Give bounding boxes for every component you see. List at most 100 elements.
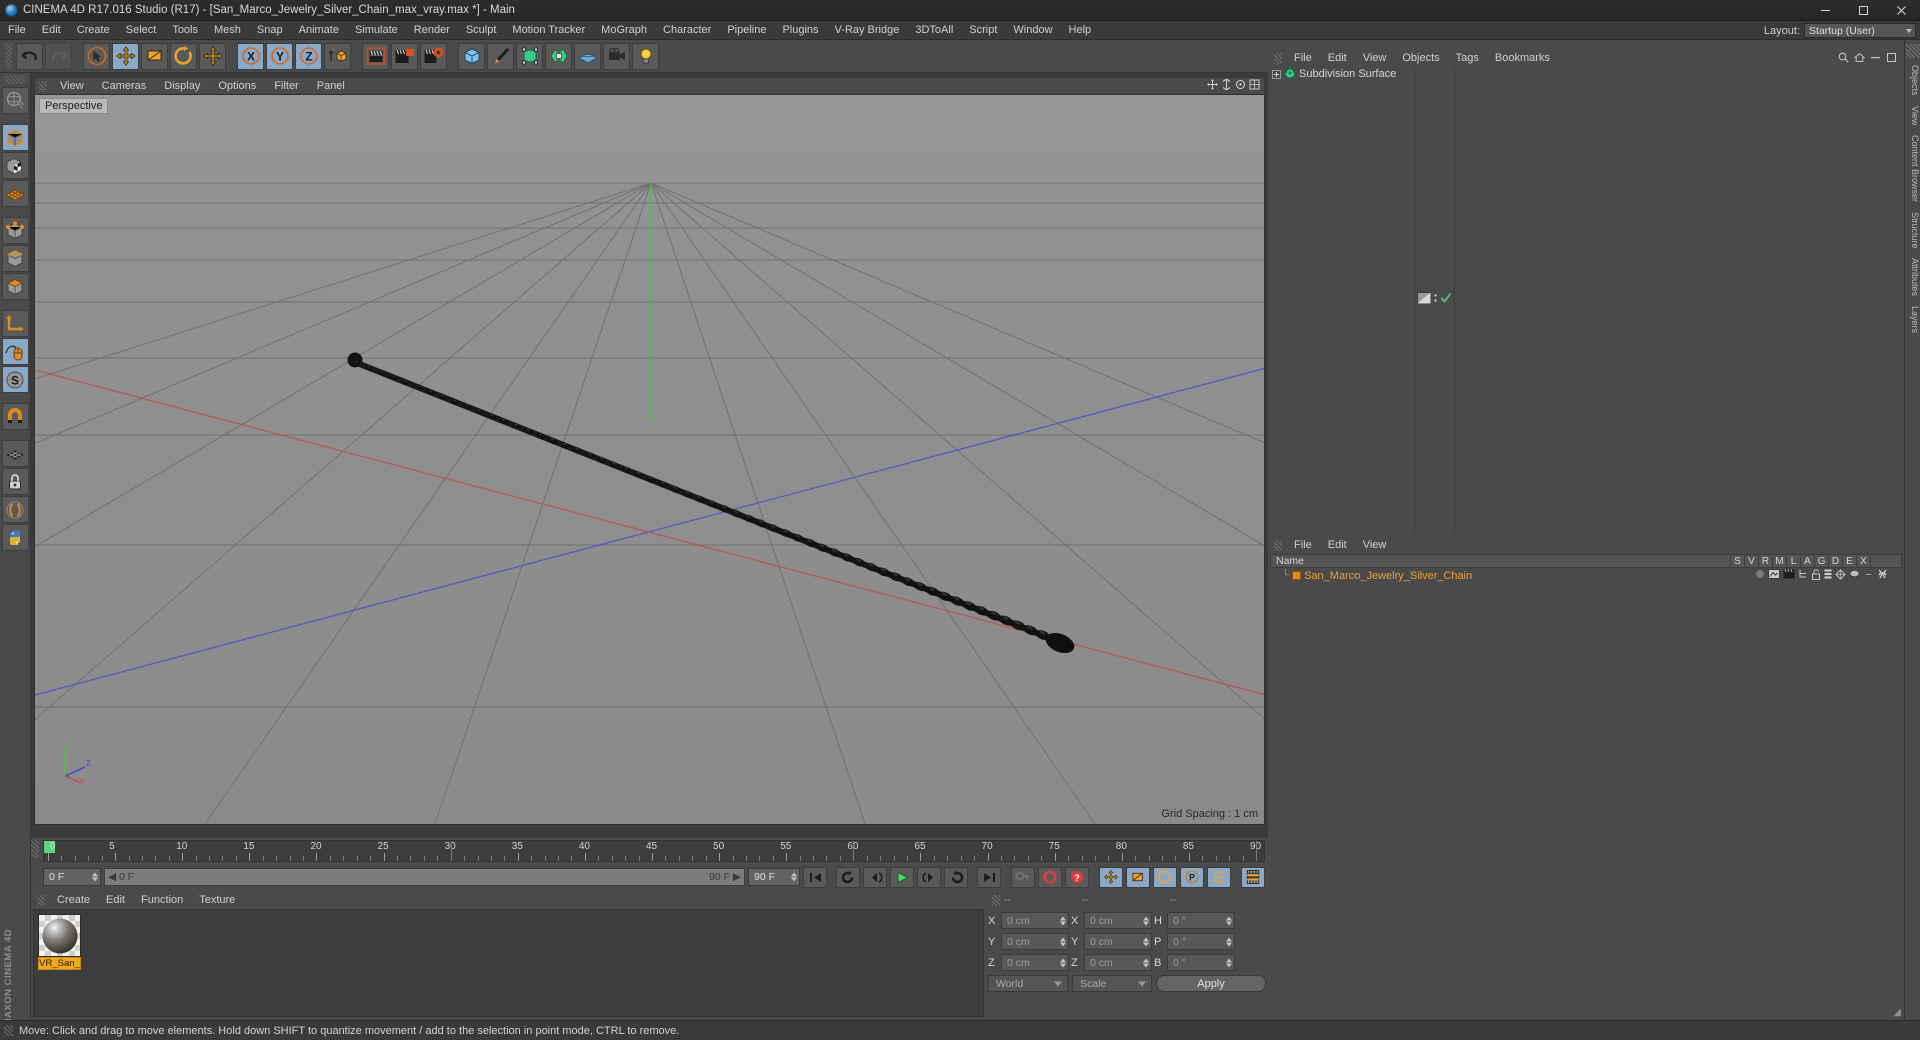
maximize-panel-icon[interactable] — [1886, 52, 1897, 66]
record-active-objects-button[interactable] — [1011, 866, 1035, 888]
scale-camera-icon[interactable] — [1221, 78, 1232, 93]
material-item[interactable]: VR_San_ — [38, 914, 81, 970]
unlock-icon[interactable] — [1811, 568, 1821, 583]
viewport-menu-panel[interactable]: Panel — [308, 78, 354, 95]
edge-tab-structure[interactable]: Structure — [1905, 207, 1920, 254]
menu-render[interactable]: Render — [406, 21, 458, 40]
menu-plugins[interactable]: Plugins — [774, 21, 826, 40]
object-manager-menu-tags[interactable]: Tags — [1448, 50, 1487, 67]
check-icon[interactable] — [1440, 292, 1452, 307]
position-key-toggle[interactable] — [1099, 866, 1123, 888]
apply-button[interactable]: Apply — [1156, 975, 1266, 992]
object-manager-menu-file[interactable]: File — [1286, 50, 1320, 67]
lock-workplane[interactable] — [1, 468, 29, 495]
rotation-stepper-icon[interactable] — [1226, 937, 1232, 946]
add-spline-object[interactable] — [487, 42, 514, 70]
resize-corner-icon[interactable]: ◢ — [1893, 1007, 1901, 1018]
menu-help[interactable]: Help — [1061, 21, 1100, 40]
menu-edit[interactable]: Edit — [34, 21, 69, 40]
rotation-input[interactable]: 0 ° — [1167, 954, 1235, 971]
lock-z-axis[interactable]: Z — [295, 42, 322, 70]
object-manager-menu-objects[interactable]: Objects — [1394, 50, 1447, 67]
menu-animate[interactable]: Animate — [291, 21, 347, 40]
menu-select[interactable]: Select — [118, 21, 165, 40]
layers-icon[interactable] — [1824, 569, 1832, 583]
maximize-viewport-icon[interactable] — [1249, 79, 1260, 93]
position-input[interactable]: 0 cm — [1001, 912, 1069, 929]
max-frame-field[interactable]: 90 F — [748, 868, 800, 886]
expand-plus-icon[interactable] — [1272, 69, 1281, 79]
left-palette-grip[interactable] — [5, 75, 25, 84]
disc-icon[interactable] — [1849, 569, 1860, 583]
material-manager-grip[interactable] — [37, 895, 45, 906]
move-tool[interactable] — [112, 42, 139, 70]
quantize-snap[interactable] — [1, 440, 29, 467]
texture-mode[interactable] — [1, 152, 29, 179]
python-script[interactable] — [1, 524, 29, 551]
minimize-button[interactable] — [1806, 0, 1844, 21]
menu-file[interactable]: File — [0, 21, 34, 40]
world-object-coordinates[interactable] — [324, 42, 351, 70]
position-stepper-icon[interactable] — [1060, 937, 1066, 946]
column-header-g[interactable]: G — [1815, 555, 1829, 567]
edge-tab-content-browser[interactable]: Content Browser — [1905, 130, 1920, 207]
object-manager-menu-view[interactable]: View — [1355, 50, 1395, 67]
redo-button[interactable] — [45, 42, 72, 70]
material-menu-texture[interactable]: Texture — [191, 892, 243, 909]
close-button[interactable] — [1882, 0, 1920, 21]
viewport-menu-filter[interactable]: Filter — [265, 78, 307, 95]
param-key-toggle[interactable]: P — [1180, 866, 1204, 888]
material-menu-edit[interactable]: Edit — [98, 892, 133, 909]
size-stepper-icon[interactable] — [1143, 937, 1149, 946]
model-mode[interactable] — [1, 124, 29, 151]
search-icon[interactable] — [1838, 52, 1849, 66]
menu-snap[interactable]: Snap — [249, 21, 291, 40]
play-forwards-button[interactable] — [944, 866, 968, 888]
frame-stepper-icon[interactable] — [92, 872, 98, 882]
position-stepper-icon[interactable] — [1060, 916, 1066, 925]
menu-create[interactable]: Create — [69, 21, 118, 40]
lock-x-axis[interactable]: X — [237, 42, 264, 70]
render-settings[interactable] — [420, 42, 447, 70]
object-list-menu-edit[interactable]: Edit — [1320, 537, 1355, 554]
bones-icon[interactable] — [1877, 569, 1888, 583]
point-mode[interactable] — [1, 217, 29, 244]
add-camera-object[interactable] — [603, 42, 630, 70]
hierarchy-icon[interactable] — [1798, 569, 1808, 582]
edge-tab-view[interactable]: View — [1905, 101, 1920, 130]
menu-character[interactable]: Character — [655, 21, 719, 40]
scale-key-toggle[interactable] — [1126, 866, 1150, 888]
rotate-tool[interactable] — [170, 42, 197, 70]
make-editable-tool[interactable] — [1, 87, 29, 114]
column-header-a[interactable]: A — [1801, 555, 1815, 567]
object-tree[interactable]: Subdivision Surface — [1270, 67, 1415, 532]
soft-selection-tool[interactable]: S — [1, 366, 29, 393]
render-view-button[interactable] — [362, 42, 389, 70]
material-list[interactable]: VR_San_ — [33, 909, 984, 1017]
timeline-strip-button[interactable] — [1241, 866, 1265, 888]
menu-simulate[interactable]: Simulate — [347, 21, 406, 40]
scale-tool[interactable] — [141, 42, 168, 70]
status-bar-grip[interactable] — [4, 1025, 13, 1036]
edge-tab-attributes[interactable]: Attributes — [1905, 253, 1920, 301]
position-stepper-icon[interactable] — [1060, 958, 1066, 967]
go-to-start-button[interactable] — [803, 866, 827, 888]
add-environment-object[interactable] — [574, 42, 601, 70]
object-manager-empty-area[interactable] — [1455, 67, 1902, 532]
enable-axis-modification[interactable] — [1, 338, 29, 365]
column-header-e[interactable]: E — [1843, 555, 1857, 567]
polygon-mode[interactable] — [1, 273, 29, 300]
open-console[interactable] — [1, 496, 29, 523]
viewport-menu-cameras[interactable]: Cameras — [93, 78, 156, 95]
add-cube-object[interactable] — [458, 42, 485, 70]
rotation-input[interactable]: 0 ° — [1167, 933, 1235, 950]
viewport-menu-options[interactable]: Options — [209, 78, 265, 95]
menu-tools[interactable]: Tools — [164, 21, 206, 40]
global-move-tool[interactable] — [199, 42, 226, 70]
size-input[interactable]: 0 cm — [1084, 933, 1152, 950]
toolbar-grip[interactable] — [5, 43, 12, 69]
screen-icon[interactable] — [1768, 569, 1780, 582]
ellipse-icon[interactable] — [1863, 570, 1874, 582]
object-tag-column[interactable] — [1415, 67, 1455, 532]
column-header-l[interactable]: L — [1787, 555, 1801, 567]
